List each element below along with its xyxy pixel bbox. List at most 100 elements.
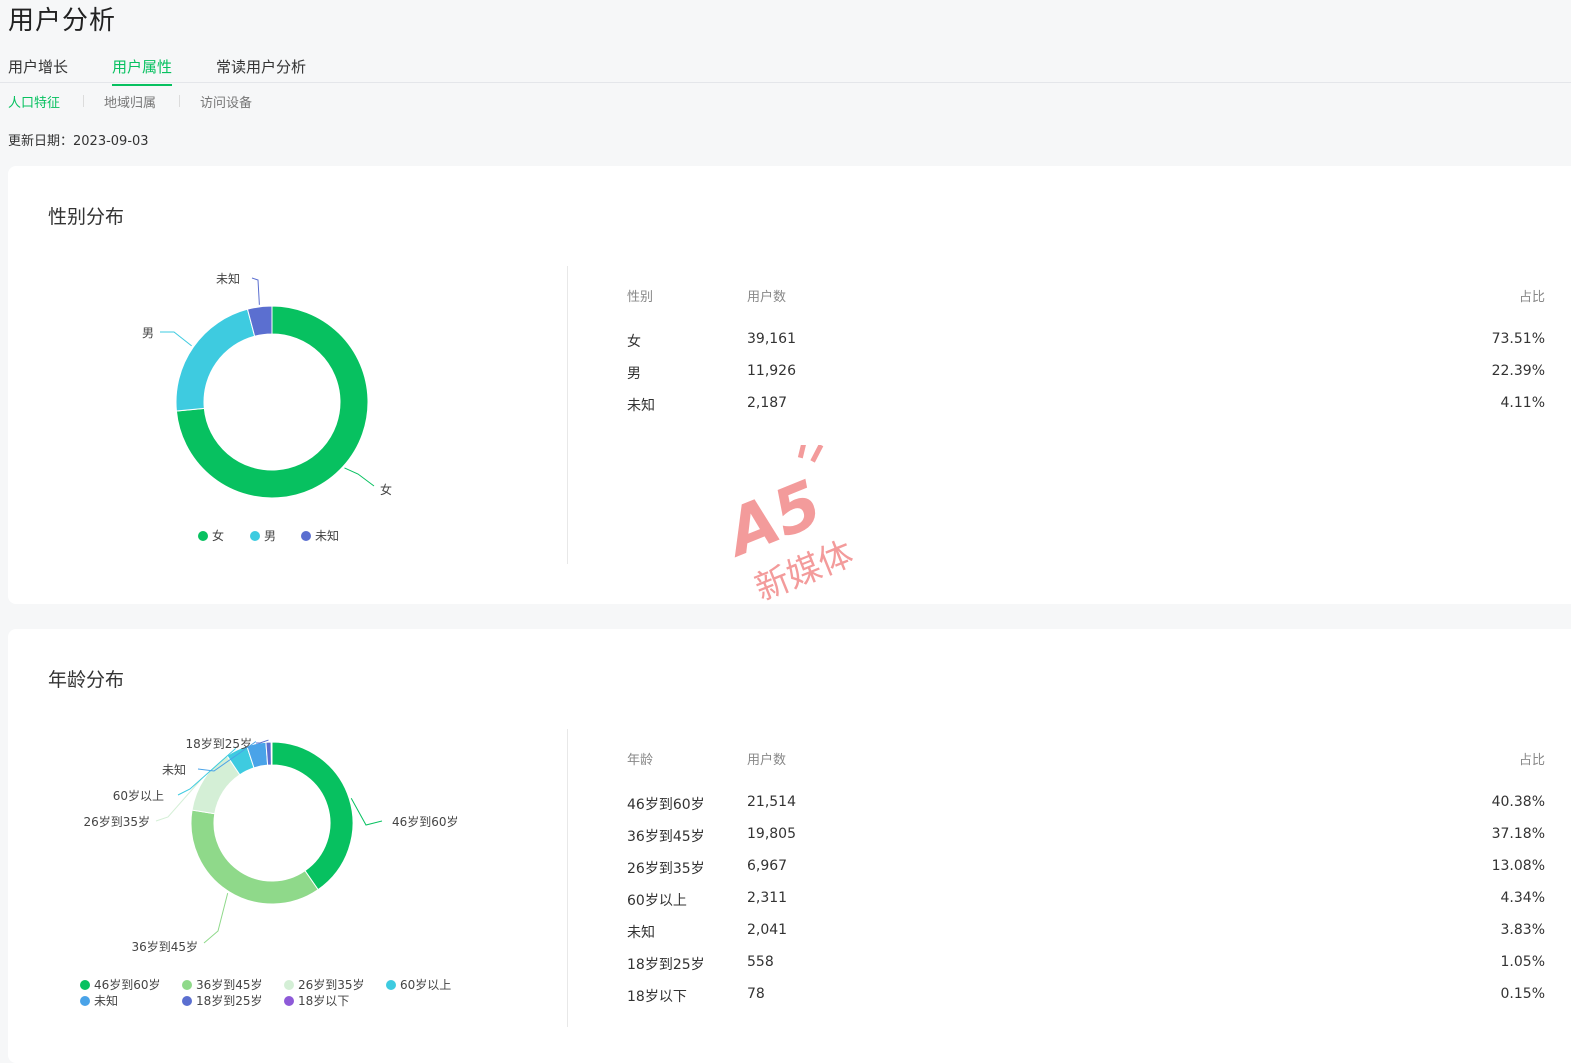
age-legend-label: 未知 [94,994,119,1008]
age-card-title: 年龄分布 [48,669,125,691]
gender-slice-label: 女 [380,482,392,497]
gender-header-count: 用户数 [747,290,787,305]
age-row-count: 78 [747,986,765,1002]
gender-header-label: 性别 [627,290,654,305]
age-legend-dot [182,980,192,990]
gender-legend-item[interactable]: 男 [250,527,276,544]
tab-frequent-readers[interactable]: 常读用户分析 [216,56,306,77]
age-legend-label: 60岁以上 [400,978,452,992]
gender-label-line [251,277,260,305]
age-card: 年龄分布 46岁到60岁 36岁到45岁 26岁到35岁 60岁以上 未知 18岁到25岁… [8,629,1571,1063]
age-row-pct: 3.83% [1500,922,1545,938]
age-row-label: 18岁到25岁 [627,957,705,973]
age-card-divider [567,729,568,1027]
gender-row-pct: 22.39% [1491,363,1545,379]
age-legend-label: 18岁以下 [298,994,350,1008]
age-legend-label: 36岁到45岁 [196,978,263,992]
age-legend-dot [284,996,294,1006]
age-slice[interactable] [271,741,354,891]
age-slice[interactable] [190,809,319,905]
age-slice[interactable] [270,741,273,766]
age-row-label: 60岁以上 [627,893,687,909]
gender-legend-dot [198,531,208,541]
age-legend-dot [80,996,90,1006]
age-legend-label: 18岁到25岁 [196,994,263,1008]
tab-user-growth[interactable]: 用户增长 [8,56,68,77]
age-row-label: 26岁到35岁 [627,861,705,877]
gender-label-line [344,467,375,487]
gender-slice-label: 男 [142,326,154,340]
age-header-count: 用户数 [747,753,787,768]
gender-row-label: 未知 [627,398,655,414]
age-row-label: 18岁以下 [627,989,687,1005]
age-slice-label: 18岁到25岁 [185,736,252,751]
age-row-pct: 13.08% [1491,858,1545,874]
gender-row-count: 2,187 [747,395,788,411]
age-row-label: 46岁到60岁 [627,797,705,813]
age-row-pct: 1.05% [1500,954,1545,970]
age-row-label: 36岁到45岁 [627,829,705,845]
age-row-count: 19,805 [747,826,796,842]
age-row-count: 21,514 [747,794,796,810]
update-label: 更新日期： [8,134,74,149]
gender-legend-item[interactable]: 未知 [301,527,339,544]
age-row-pct: 37.18% [1491,826,1545,842]
subtab-devices[interactable]: 访问设备 [200,92,252,111]
age-row-count: 2,311 [747,890,788,906]
age-row-pct: 40.38% [1491,794,1545,810]
age-row-pct: 0.15% [1500,986,1545,1002]
age-legend-dot [284,980,294,990]
age-donut-chart: 46岁到60岁 36岁到45岁 26岁到35岁 60岁以上 未知 18岁到25岁 [83,736,459,954]
gender-legend-dot [301,531,311,541]
subtab-separator [83,95,84,107]
tab-user-attributes[interactable]: 用户属性 [112,56,173,86]
age-legend-dot [80,980,90,990]
gender-legend-label: 男 [264,529,277,543]
gender-card-title: 性别分布 [48,206,125,228]
subtab-region[interactable]: 地域归属 [104,92,156,111]
gender-row-pct: 4.11% [1500,395,1545,411]
age-legend-item[interactable]: 18岁以下 [284,992,349,1009]
gender-slice[interactable] [175,308,256,412]
age-row-count: 2,041 [747,922,788,938]
age-legend-label: 26岁到35岁 [298,978,365,992]
age-row-label: 未知 [627,925,655,941]
gender-slice-label: 未知 [216,272,240,286]
age-legend-item[interactable]: 26岁到35岁 [284,976,365,993]
age-row-count: 6,967 [747,858,788,874]
age-slice-label: 26岁到35岁 [83,814,150,829]
a5-watermark-logo: A5 新媒体 [715,445,859,609]
age-legend-dot [182,996,192,1006]
gender-label-line [160,331,192,347]
age-slice-label: 46岁到60岁 [392,814,459,829]
age-slice-label: 36岁到45岁 [131,939,198,954]
age-label-line [350,798,383,826]
main-tabs: 用户增长 用户属性 常读用户分析 [0,52,1571,86]
age-legend-label: 46岁到60岁 [94,978,161,992]
update-value: 2023-09-03 [73,134,149,149]
age-row-pct: 4.34% [1500,890,1545,906]
age-legend-item[interactable]: 46岁到60岁 [80,976,161,993]
page-title: 用户分析 [8,6,117,36]
gender-header-pct: 占比 [1518,290,1545,305]
gender-row-pct: 73.51% [1491,331,1545,347]
age-legend-item[interactable]: 未知 [80,992,118,1009]
gender-legend-label: 未知 [315,529,340,543]
gender-legend-label: 女 [212,529,225,543]
age-legend-item[interactable]: 36岁到45岁 [182,976,263,993]
gender-row-count: 39,161 [747,331,796,347]
age-label-line [203,893,229,944]
age-legend-item[interactable]: 18岁到25岁 [182,992,263,1009]
gender-row-label: 女 [627,334,641,350]
gender-legend-item[interactable]: 女 [198,527,224,544]
age-header-label: 年龄 [627,753,654,768]
age-legend-item[interactable]: 60岁以上 [386,976,451,993]
gender-legend-dot [250,531,260,541]
subtab-separator [179,95,180,107]
update-date: 更新日期：2023-09-03 [8,130,149,149]
subtab-demographics[interactable]: 人口特征 [8,92,60,111]
age-legend-dot [386,980,396,990]
age-header-pct: 占比 [1518,753,1545,768]
age-slice-label: 未知 [162,763,186,777]
gender-donut-chart: 女 男 未知 [142,272,392,499]
